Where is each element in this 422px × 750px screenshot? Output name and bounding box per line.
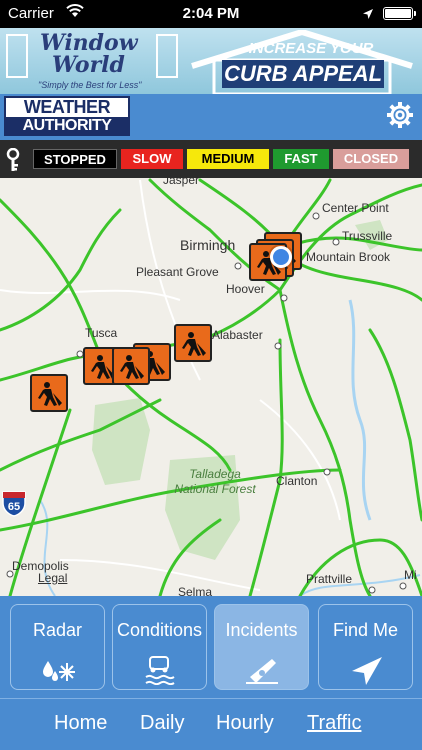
app-header: WEATHER AUTHORITY: [0, 94, 422, 140]
legend-fast: FAST: [273, 149, 329, 169]
tab-conditions-label: Conditions: [116, 620, 203, 640]
location-arrow-icon: [352, 657, 382, 685]
incident-marker[interactable]: [174, 324, 212, 362]
tab-conditions[interactable]: Conditions: [112, 604, 207, 690]
map-label-trussville: Trussville: [342, 229, 393, 243]
road-incident-icon: [246, 659, 278, 684]
ad-banner[interactable]: Window World "Simply the Best for Less" …: [0, 28, 422, 94]
map-label-selma: Selma: [178, 585, 213, 596]
ad-slogan: "Simply the Best for Less": [38, 80, 142, 90]
key-icon: [6, 148, 20, 171]
nav-daily[interactable]: Daily: [140, 712, 184, 735]
map-label-millbrook: Mi: [404, 568, 417, 582]
legend-closed: CLOSED: [333, 149, 409, 169]
legend-stopped: STOPPED: [33, 149, 117, 169]
map-label-tuscaloosa: Tusca: [85, 326, 118, 340]
weather-authority-logo: WEATHER AUTHORITY: [4, 96, 130, 136]
map-label-jasper: Jasper: [163, 178, 200, 187]
ad-headline-2: CURB APPEAL: [222, 60, 384, 88]
incident-marker[interactable]: [112, 347, 150, 385]
map-label-birmingham: Birmingh: [180, 237, 236, 253]
nav-traffic[interactable]: Traffic: [307, 712, 361, 735]
tab-incidents[interactable]: Incidents: [214, 604, 309, 690]
map-label-pleasant-grove: Pleasant Grove: [136, 265, 219, 279]
incident-marker[interactable]: [30, 374, 68, 412]
map-label-forest-1: Talladega: [189, 467, 241, 481]
current-location-dot: [270, 246, 292, 268]
nav-hourly[interactable]: Hourly: [216, 712, 274, 735]
legend-slow: SLOW: [121, 149, 183, 169]
road-work-icon: [38, 382, 62, 406]
battery-icon: [383, 7, 416, 20]
map-label-mountain-brook: Mountain Brook: [306, 250, 391, 264]
interstate-number: 65: [8, 501, 20, 513]
tab-radar[interactable]: Radar: [10, 604, 105, 690]
tab-incidents-label: Incidents: [225, 620, 298, 640]
tab-find-me[interactable]: Find Me: [318, 604, 413, 690]
map-label-center-point: Center Point: [322, 201, 389, 215]
gear-icon[interactable]: [385, 100, 415, 130]
traffic-legend: STOPPED SLOW MEDIUM FAST CLOSED: [0, 140, 422, 178]
traffic-map[interactable]: Jasper Center Point Trussville Birmingh …: [0, 178, 422, 596]
legend-medium: MEDIUM: [187, 149, 269, 169]
bottom-nav: Home Daily Hourly Traffic: [0, 698, 422, 750]
map-legal-link[interactable]: Legal: [38, 571, 67, 585]
map-label-alabaster: Alabaster: [212, 328, 263, 342]
location-services-icon: [363, 9, 373, 19]
window-graphic: [156, 34, 178, 78]
rain-snow-icon: [43, 661, 75, 681]
tab-find-me-label: Find Me: [332, 620, 399, 640]
window-graphic: [6, 34, 28, 78]
feature-tabs: Radar Conditions Incidents Find Me: [0, 596, 422, 698]
clock: 2:04 PM: [182, 5, 240, 22]
map-label-prattville: Prattville: [306, 572, 353, 586]
map-label-clanton: Clanton: [276, 474, 318, 488]
slippery-road-icon: [145, 656, 175, 685]
map-label-forest-2: National Forest: [174, 482, 256, 496]
interstate-65-shield-icon: 65: [2, 491, 26, 517]
ad-brand-line1: Window: [40, 30, 138, 56]
road-work-icon: [182, 332, 206, 356]
ad-brand-line2: World: [52, 52, 125, 78]
map-label-hoover: Hoover: [226, 282, 265, 296]
status-bar: Carrier 2:04 PM: [0, 0, 422, 28]
nav-home[interactable]: Home: [54, 712, 107, 735]
ad-headline-1: INCREASE YOUR: [248, 40, 374, 57]
logo-line2: AUTHORITY: [6, 117, 128, 134]
tab-radar-label: Radar: [32, 620, 83, 640]
logo-line1: WEATHER: [6, 98, 128, 117]
road-work-icon: [120, 355, 144, 379]
